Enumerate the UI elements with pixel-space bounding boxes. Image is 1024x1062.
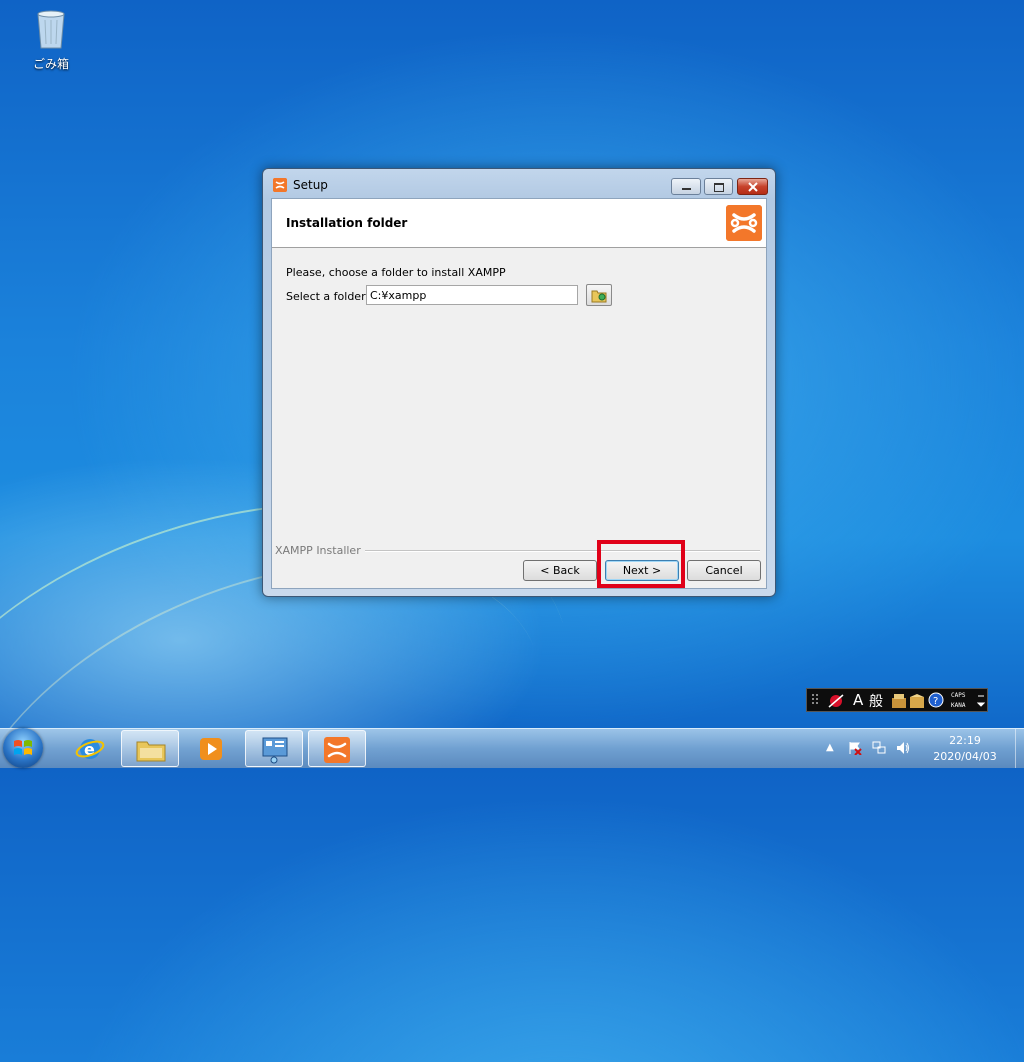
ime-pad-icon[interactable] [891,693,907,709]
close-icon [748,182,758,192]
maximize-icon [714,183,724,192]
conversion-mode-indicator[interactable]: 般 [869,691,883,711]
cancel-button[interactable]: Cancel [687,560,761,581]
xampp-logo-icon [726,205,762,241]
clock-time: 22:19 [949,734,981,747]
remote-desktop-icon [262,737,288,764]
folder-label: Select a folder [286,290,366,303]
ime-grip-icon [812,694,818,704]
group-label: XAMPP Installer [275,544,365,557]
window-titlebar[interactable]: Setup [263,169,775,199]
wizard-header: Installation folder [272,199,766,248]
volume-icon[interactable] [896,741,910,755]
kana-indicator: KANA [951,702,966,709]
desktop-icon-label: ごみ箱 [32,57,69,71]
clock-date: 2020/04/03 [933,750,997,763]
taskbar-xampp[interactable] [308,730,366,767]
setup-window: Setup Installation folder Please, choose… [262,168,776,597]
langbar-options-icon[interactable] [977,693,985,709]
help-icon[interactable]: ? [928,692,944,708]
desktop-icon-recycle-bin[interactable]: ごみ箱 [22,6,80,72]
instruction-text: Please, choose a folder to install XAMPP [286,266,506,279]
start-button[interactable] [3,728,43,768]
taskbar: e ▲ 22:19 2020/04/03 [0,728,1024,768]
folder-browse-icon [591,290,607,303]
internet-explorer-icon: e [75,739,105,759]
minimize-icon [682,188,691,190]
next-button-highlight [597,540,685,588]
xampp-icon [273,178,287,192]
network-icon[interactable] [872,741,886,755]
taskbar-internet-explorer[interactable]: e [61,730,119,767]
file-explorer-icon [136,741,166,762]
show-hidden-icons-chevron-icon[interactable]: ▲ [826,742,834,753]
system-clock[interactable]: 22:19 2020/04/03 [920,733,1010,765]
show-desktop-button[interactable] [1015,729,1024,768]
group-divider [362,550,760,552]
taskbar-file-explorer[interactable] [121,730,179,767]
ime-icon[interactable] [825,692,847,710]
window-title: Setup [293,178,328,192]
input-mode-indicator[interactable]: A [853,691,863,709]
minimize-button[interactable] [671,178,701,195]
maximize-button[interactable] [704,178,733,195]
page-title: Installation folder [286,216,408,230]
back-button[interactable]: < Back [523,560,597,581]
window-client-area: Installation folder Please, choose a fol… [271,198,767,589]
media-player-icon [200,738,222,760]
taskbar-media-player[interactable] [182,730,240,767]
action-center-flag-icon[interactable] [848,741,862,755]
folder-path-input[interactable] [366,285,578,305]
taskbar-remote-desktop[interactable] [245,730,303,767]
close-button[interactable] [737,178,768,195]
svg-text:?: ? [933,696,938,707]
xampp-icon [324,737,350,763]
browse-folder-button[interactable] [586,284,612,306]
windows-logo-icon [14,740,32,755]
ime-tools-icon[interactable] [909,693,925,709]
language-bar[interactable]: A 般 ? CAPS KANA [806,688,988,712]
recycle-bin-icon [37,10,65,49]
caps-indicator: CAPS [951,692,966,699]
